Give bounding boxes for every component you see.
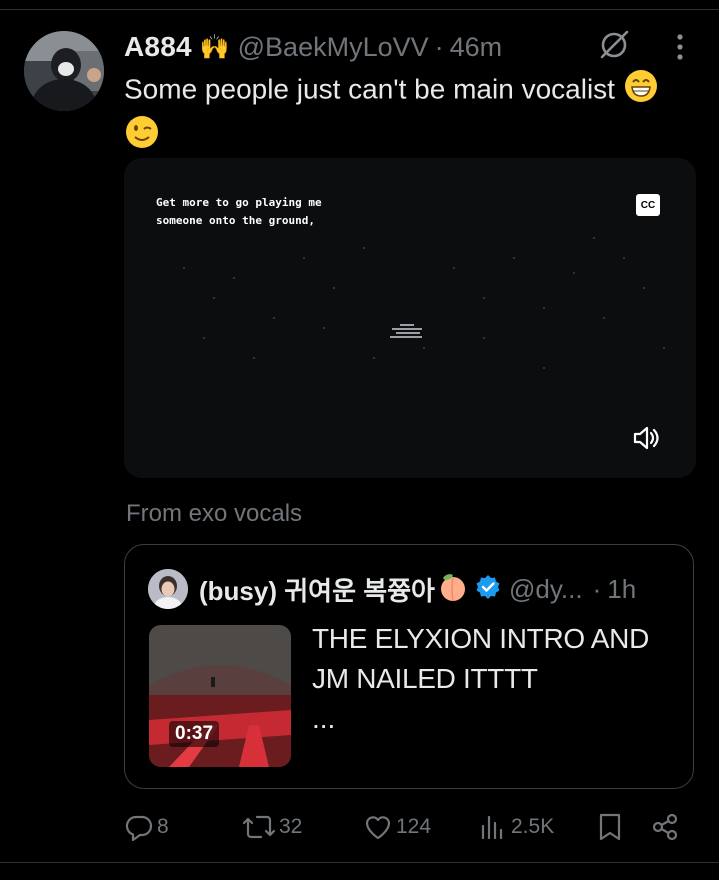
like-count: 124 (396, 815, 432, 838)
raised-hands-emoji: 🙌 (199, 33, 230, 61)
separator-dot: · (434, 31, 444, 62)
avatar[interactable] (24, 31, 104, 111)
more-options-icon[interactable] (670, 32, 690, 62)
repost-button[interactable]: 32 (242, 810, 302, 844)
tweet-actions: 8 32 124 2.5K (124, 810, 694, 844)
heart-icon (365, 816, 391, 840)
quoted-tweet-text: THE ELYXION INTRO AND JM NAILED ITTTT (312, 623, 650, 694)
reply-icon (125, 815, 153, 842)
video-player[interactable]: Get more to go playing me someone onto t… (124, 158, 696, 478)
quoted-avatar[interactable] (148, 569, 188, 609)
bookmark-icon (599, 813, 621, 841)
bookmark-button[interactable] (596, 810, 624, 844)
speaker-icon[interactable] (631, 423, 661, 453)
tweet-text: Some people just can't be main vocalist (124, 68, 704, 160)
views-count: 2.5K (511, 815, 555, 838)
views-icon (481, 815, 503, 840)
grok-icon[interactable] (597, 28, 631, 62)
top-divider (0, 9, 719, 10)
video-subtitles: Get more to go playing me someone onto t… (156, 194, 322, 230)
share-icon (652, 813, 678, 841)
peach-emoji (437, 571, 469, 608)
quoted-video-thumbnail[interactable]: 0:37 (149, 625, 291, 767)
tweet-header: A884 🙌 @BaekMyLoVV · 46m (124, 30, 502, 64)
repost-count: 32 (279, 815, 303, 838)
bottom-divider (0, 862, 719, 863)
reply-count: 8 (157, 815, 169, 838)
like-button[interactable]: 124 (363, 810, 431, 844)
grinning-emoji (623, 68, 659, 114)
video-duration: 0:37 (169, 721, 220, 747)
user-handle[interactable]: @BaekMyLoVV (238, 32, 429, 63)
quoted-tweet-header: (busy) 귀여운 복쯍아 @dy... · 1h (199, 571, 636, 607)
quoted-tweet-card[interactable]: (busy) 귀여운 복쯍아 @dy... · 1h 0:37 THE ELYX… (124, 544, 694, 789)
quoted-timestamp[interactable]: 1h (607, 574, 636, 605)
video-source-label[interactable]: From exo vocals (126, 500, 302, 528)
verified-badge-icon (475, 574, 501, 605)
separator-dot: · (592, 573, 602, 604)
quoted-handle[interactable]: @dy... (509, 574, 583, 605)
timestamp[interactable]: 46m (450, 32, 503, 63)
tweet-body: Some people just can't be main vocalist (124, 73, 615, 105)
repost-icon (242, 815, 276, 839)
views-button[interactable]: 2.5K (478, 810, 554, 844)
quoted-text-ellipsis: ... (312, 703, 336, 734)
closed-captions-button[interactable]: CC (636, 194, 660, 216)
subtitle-line: someone onto the ground, (156, 214, 315, 227)
winking-emoji (124, 114, 160, 160)
subtitle-line: Get more to go playing me (156, 196, 322, 209)
display-name[interactable]: A884 (124, 31, 192, 63)
reply-button[interactable]: 8 (124, 810, 169, 844)
quoted-display-name[interactable]: (busy) 귀여운 복쯍아 (199, 571, 435, 608)
share-button[interactable] (650, 810, 680, 844)
